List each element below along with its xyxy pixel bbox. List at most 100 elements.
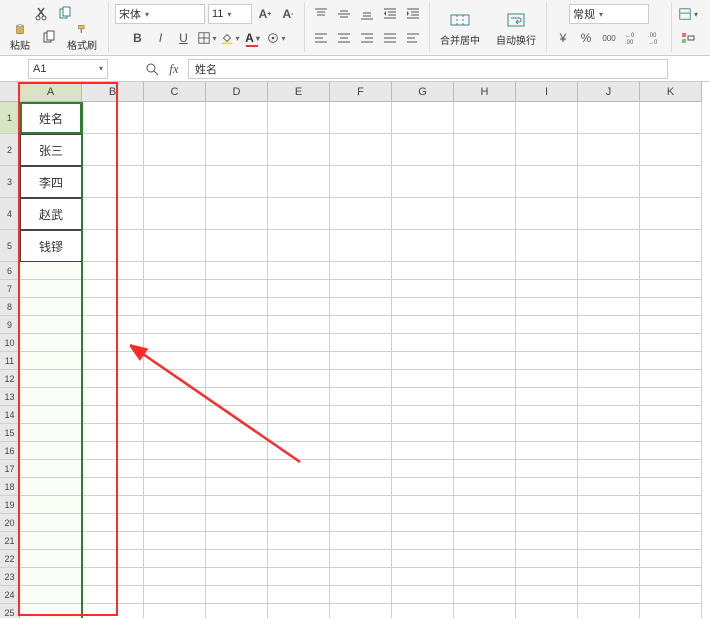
cell[interactable] (82, 280, 144, 298)
cell[interactable] (144, 316, 206, 334)
cell[interactable] (82, 334, 144, 352)
font-color-button[interactable]: A▾ (243, 28, 263, 48)
cell[interactable] (392, 424, 454, 442)
cell[interactable] (640, 604, 702, 618)
column-header[interactable]: G (392, 82, 454, 102)
cell[interactable] (82, 316, 144, 334)
cell[interactable] (392, 316, 454, 334)
cell[interactable] (206, 550, 268, 568)
cell[interactable] (392, 134, 454, 166)
borders-button[interactable]: ▾ (197, 28, 217, 48)
cell[interactable] (392, 352, 454, 370)
cell[interactable] (454, 550, 516, 568)
cell[interactable] (392, 298, 454, 316)
row-header[interactable]: 7 (0, 280, 20, 298)
copy-icon[interactable] (55, 4, 75, 24)
cell[interactable] (268, 550, 330, 568)
cell[interactable] (144, 198, 206, 230)
cell[interactable] (516, 496, 578, 514)
column-header[interactable]: I (516, 82, 578, 102)
cell[interactable] (268, 298, 330, 316)
cell[interactable] (392, 586, 454, 604)
cell[interactable] (640, 230, 702, 262)
cell[interactable] (640, 280, 702, 298)
row-header[interactable]: 18 (0, 478, 20, 496)
cell[interactable] (392, 166, 454, 198)
row-header[interactable]: 11 (0, 352, 20, 370)
row-header[interactable]: 25 (0, 604, 20, 618)
cell[interactable] (144, 586, 206, 604)
cell[interactable] (330, 568, 392, 586)
row-header[interactable]: 20 (0, 514, 20, 532)
cell[interactable] (454, 334, 516, 352)
cell[interactable] (330, 388, 392, 406)
cell[interactable] (516, 134, 578, 166)
column-header[interactable]: K (640, 82, 702, 102)
cell[interactable] (392, 406, 454, 424)
cell[interactable] (144, 514, 206, 532)
column-header[interactable]: J (578, 82, 640, 102)
cell[interactable] (82, 406, 144, 424)
cell[interactable] (144, 352, 206, 370)
align-center-icon[interactable] (334, 28, 354, 48)
row-header[interactable]: 9 (0, 316, 20, 334)
cell[interactable] (82, 550, 144, 568)
cell[interactable] (206, 198, 268, 230)
row-header[interactable]: 23 (0, 568, 20, 586)
cell[interactable] (268, 604, 330, 618)
paste-button[interactable]: 粘贴 (4, 24, 36, 52)
cell[interactable] (268, 460, 330, 478)
cell[interactable] (144, 334, 206, 352)
cell[interactable] (454, 406, 516, 424)
cell[interactable] (144, 280, 206, 298)
cell[interactable] (20, 496, 82, 514)
cell[interactable]: 赵武 (20, 198, 82, 230)
cell[interactable] (82, 586, 144, 604)
cell[interactable] (516, 334, 578, 352)
number-format-combo[interactable]: 常规▾ (569, 4, 649, 24)
cell[interactable] (640, 334, 702, 352)
cell[interactable] (392, 478, 454, 496)
cell[interactable] (330, 316, 392, 334)
cell[interactable] (330, 604, 392, 618)
cell[interactable] (20, 280, 82, 298)
row-header[interactable]: 6 (0, 262, 20, 280)
cell[interactable] (578, 166, 640, 198)
cell[interactable] (20, 478, 82, 496)
cell[interactable] (640, 514, 702, 532)
cell[interactable] (516, 166, 578, 198)
cell[interactable] (640, 198, 702, 230)
cell[interactable] (578, 478, 640, 496)
cell[interactable] (640, 134, 702, 166)
cell[interactable] (144, 568, 206, 586)
cell[interactable] (578, 102, 640, 134)
cell[interactable] (578, 586, 640, 604)
cell[interactable] (206, 514, 268, 532)
cell[interactable] (268, 442, 330, 460)
cell[interactable] (454, 198, 516, 230)
cell[interactable] (82, 370, 144, 388)
column-header[interactable]: D (206, 82, 268, 102)
cell[interactable] (330, 460, 392, 478)
cell[interactable] (82, 134, 144, 166)
cell[interactable] (516, 460, 578, 478)
cell[interactable] (516, 280, 578, 298)
cell[interactable] (330, 262, 392, 280)
cell[interactable] (268, 280, 330, 298)
cell[interactable] (206, 134, 268, 166)
cell[interactable] (640, 586, 702, 604)
row-header[interactable]: 24 (0, 586, 20, 604)
cell[interactable] (82, 388, 144, 406)
cell[interactable] (392, 230, 454, 262)
cell[interactable] (206, 586, 268, 604)
cell[interactable] (268, 134, 330, 166)
cell[interactable] (640, 166, 702, 198)
cell[interactable] (578, 550, 640, 568)
underline-button[interactable]: U (174, 28, 194, 48)
cell[interactable] (640, 532, 702, 550)
cell[interactable] (516, 262, 578, 280)
column-header[interactable]: C (144, 82, 206, 102)
column-header[interactable]: B (82, 82, 144, 102)
cell[interactable] (454, 460, 516, 478)
cell[interactable] (330, 532, 392, 550)
